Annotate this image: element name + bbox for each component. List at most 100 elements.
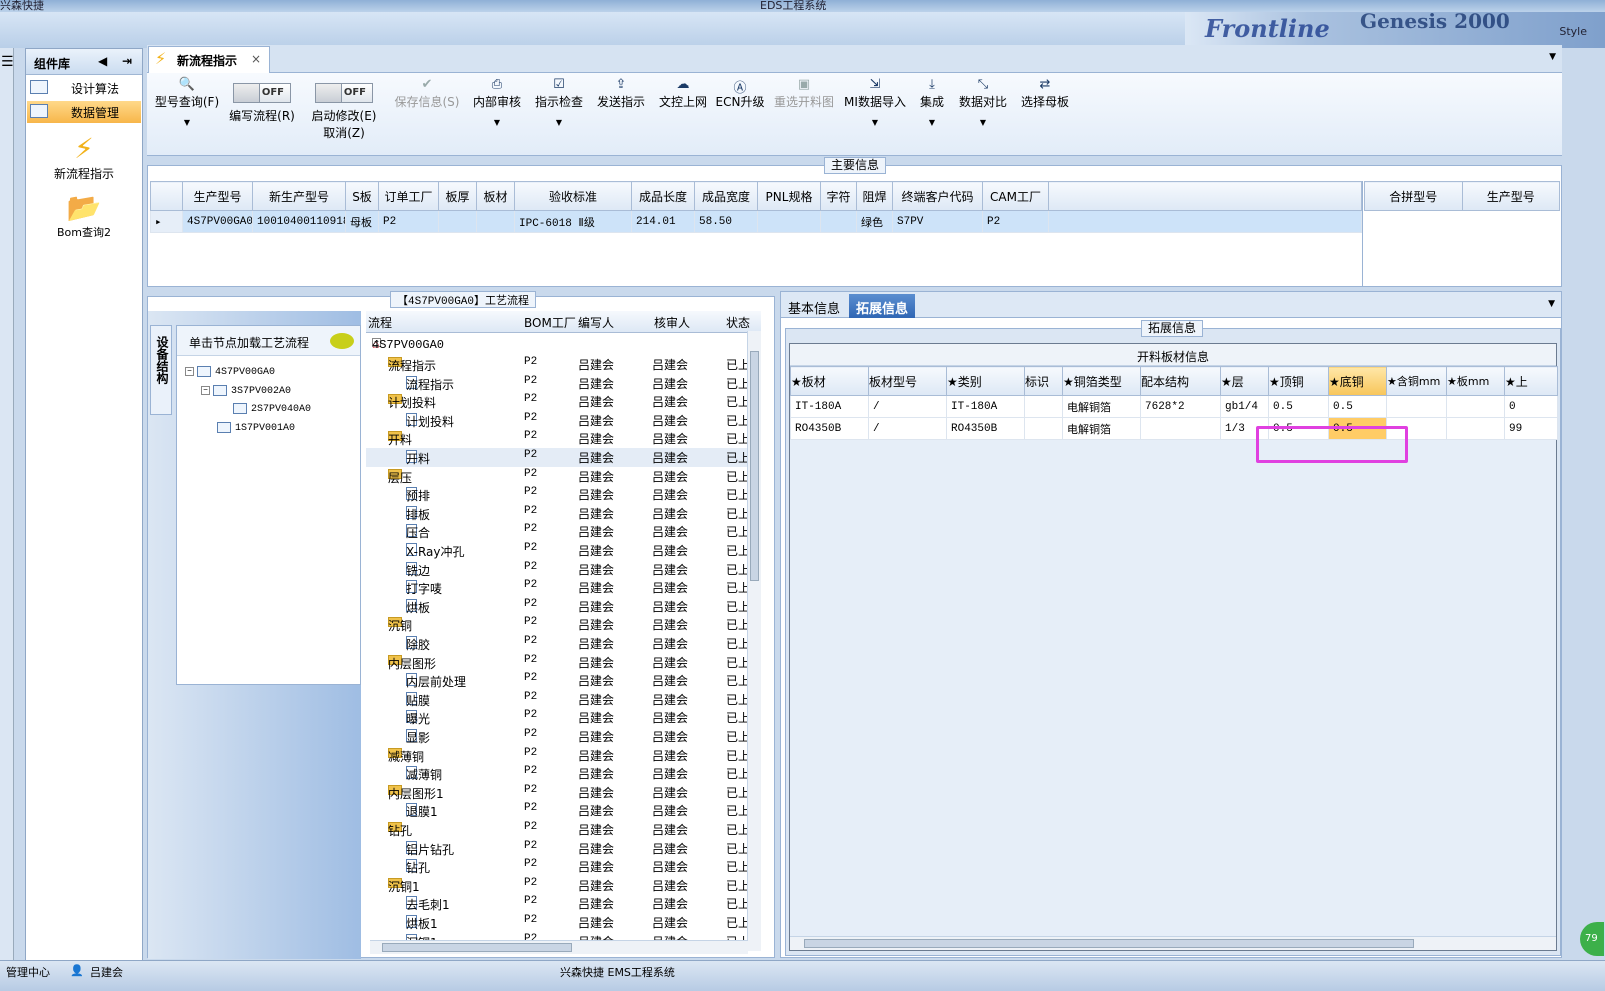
- tab-dropdown-icon[interactable]: ▼: [1549, 52, 1556, 62]
- flow-row[interactable]: −减薄铜P2吕建会吕建会已上网: [366, 746, 761, 765]
- ecn-button[interactable]: Ⓐ ECN升级: [715, 77, 765, 110]
- column-header[interactable]: ★板mm: [1446, 366, 1505, 396]
- column-header[interactable]: 成品长度: [631, 181, 695, 211]
- close-icon[interactable]: ×: [251, 52, 261, 66]
- column-header[interactable]: 成品宽度: [694, 181, 758, 211]
- type-query-button[interactable]: 🔍 型号查询(F) ▼: [151, 77, 223, 127]
- flow-row[interactable]: X-Ray冲孔 P2 吕建会 吕建会 已上网: [366, 541, 761, 560]
- tree-node[interactable]: −3S7PV002A0: [201, 385, 291, 397]
- send-button[interactable]: ⇪ 发送指示: [593, 77, 649, 110]
- flow-row[interactable]: 流程指示 P2 吕建会 吕建会 已上网: [366, 374, 761, 393]
- flow-row[interactable]: 钻孔 P2 吕建会 吕建会 已上网: [366, 857, 761, 876]
- column-header[interactable]: 核审人: [654, 314, 690, 331]
- horizontal-scrollbar[interactable]: [370, 940, 748, 954]
- complib-item-design[interactable]: 设计算法: [27, 77, 141, 99]
- column-header[interactable]: ★类别: [946, 366, 1025, 396]
- flow-row[interactable]: 排板 P2 吕建会 吕建会 已上网: [366, 504, 761, 523]
- cell[interactable]: /: [868, 417, 947, 440]
- cell[interactable]: [820, 210, 857, 233]
- column-header[interactable]: 编写人: [578, 314, 614, 331]
- flow-row[interactable]: 显影 P2 吕建会 吕建会 已上网: [366, 727, 761, 746]
- pin-icon[interactable]: ⇥: [122, 54, 132, 68]
- column-header[interactable]: CAM工厂: [982, 181, 1049, 211]
- flow-row[interactable]: −沉铜P2吕建会吕建会已上网: [366, 615, 761, 634]
- flow-row[interactable]: 开料 P2 吕建会 吕建会 已上网: [366, 448, 761, 467]
- cell[interactable]: 母板: [345, 210, 379, 233]
- tab-extended-info[interactable]: 拓展信息: [849, 294, 916, 318]
- flow-row[interactable]: −层压P2吕建会吕建会已上网: [366, 467, 761, 486]
- flow-row[interactable]: 减薄铜 P2 吕建会 吕建会 已上网: [366, 764, 761, 783]
- column-header[interactable]: ★含铜mm: [1386, 366, 1447, 396]
- menu-icon[interactable]: ☰: [1, 54, 14, 70]
- column-header[interactable]: 合拼型号: [1364, 181, 1463, 211]
- flow-row[interactable]: −流程指示P2吕建会吕建会已上网: [366, 355, 761, 374]
- cell[interactable]: [1386, 395, 1447, 418]
- flow-row[interactable]: 去毛刺1 P2 吕建会 吕建会 已上网: [366, 894, 761, 913]
- column-header[interactable]: 配本结构: [1140, 366, 1221, 396]
- cell[interactable]: [1446, 417, 1505, 440]
- tree-node[interactable]: −4S7PV00GA0: [185, 366, 275, 378]
- cell[interactable]: P2: [982, 210, 1049, 233]
- column-header[interactable]: 生产型号: [182, 181, 253, 211]
- reselect-button[interactable]: ▣ 重选开料图: [771, 77, 837, 110]
- column-header[interactable]: PNL规格: [757, 181, 821, 211]
- cell[interactable]: 214.01: [631, 210, 695, 233]
- column-header[interactable]: 阻焊: [856, 181, 893, 211]
- cell[interactable]: 4S7PV00GA0: [182, 210, 253, 233]
- cell[interactable]: RO4350B: [946, 417, 1025, 440]
- flow-row[interactable]: −沉铜1P2吕建会吕建会已上网: [366, 876, 761, 895]
- flow-row[interactable]: 铝片钻孔 P2 吕建会 吕建会 已上网: [366, 839, 761, 858]
- column-header[interactable]: 板厚: [438, 181, 477, 211]
- flow-root[interactable]: − ⌂ 4S7PV00GA0: [366, 336, 761, 355]
- column-header[interactable]: ★顶铜: [1268, 366, 1329, 396]
- column-header[interactable]: 新生产型号: [252, 181, 346, 211]
- collapse-icon[interactable]: ◀: [98, 54, 107, 68]
- cell[interactable]: IT-180A: [946, 395, 1025, 418]
- cell[interactable]: [1024, 395, 1063, 418]
- cell[interactable]: [757, 210, 821, 233]
- horizontal-scrollbar[interactable]: [790, 936, 1556, 950]
- column-header[interactable]: ★板材: [790, 366, 869, 396]
- float-badge[interactable]: 79: [1580, 922, 1604, 956]
- flow-row[interactable]: 内层前处理 P2 吕建会 吕建会 已上网: [366, 671, 761, 690]
- tree-node[interactable]: 1S7PV001A0: [217, 422, 295, 434]
- flow-row[interactable]: −计划投料P2吕建会吕建会已上网: [366, 392, 761, 411]
- cell[interactable]: gb1/4: [1220, 395, 1269, 418]
- flow-row[interactable]: −内层图形P2吕建会吕建会已上网: [366, 653, 761, 672]
- cell[interactable]: 0: [1504, 395, 1558, 418]
- column-header[interactable]: 订单工厂: [378, 181, 439, 211]
- flow-row[interactable]: 烘板 P2 吕建会 吕建会 已上网: [366, 597, 761, 616]
- cell[interactable]: 电解铜箔: [1062, 417, 1141, 440]
- flow-row[interactable]: 贴膜 P2 吕建会 吕建会 已上网: [366, 690, 761, 709]
- column-header[interactable]: 状态: [726, 314, 750, 331]
- cell[interactable]: 10010400110918: [252, 210, 346, 233]
- cell[interactable]: IT-180A: [790, 395, 869, 418]
- flow-row[interactable]: 预排 P2 吕建会 吕建会 已上网: [366, 485, 761, 504]
- cell[interactable]: 7628*2: [1140, 395, 1221, 418]
- vertical-scrollbar[interactable]: [747, 331, 761, 951]
- column-header[interactable]: ★铜箔类型: [1062, 366, 1141, 396]
- table-row[interactable]: ▸ 4S7PV00GA0 10010400110918 母板 P2 IPC-60…: [150, 210, 1362, 233]
- integrate-button[interactable]: ⤓ 集成 ▼: [914, 77, 950, 127]
- cell[interactable]: 电解铜箔: [1062, 395, 1141, 418]
- mi-import-button[interactable]: ⇲ MI数据导入 ▼: [843, 77, 907, 127]
- cell[interactable]: [438, 210, 477, 233]
- edit-flow-toggle[interactable]: OFF 编写流程(R): [227, 77, 297, 124]
- flow-row[interactable]: 压合 P2 吕建会 吕建会 已上网: [366, 522, 761, 541]
- bom-query-shortcut[interactable]: 📂 Bom查询2: [26, 192, 142, 240]
- cell[interactable]: 0.5: [1328, 395, 1387, 418]
- new-flow-shortcut[interactable]: ⚡ 新流程指示: [26, 133, 142, 182]
- cell[interactable]: [1446, 395, 1505, 418]
- flow-row[interactable]: −钻孔P2吕建会吕建会已上网: [366, 820, 761, 839]
- tab-basic-info[interactable]: 基本信息: [781, 294, 847, 318]
- table-row[interactable]: IT-180A / IT-180A 电解铜箔 7628*2 gb1/4 0.5 0.5 0: [790, 395, 1558, 418]
- cell[interactable]: 58.50: [694, 210, 758, 233]
- column-header[interactable]: BOM工厂: [524, 314, 576, 331]
- cell[interactable]: S7PV: [892, 210, 983, 233]
- flow-row[interactable]: 计划投料 P2 吕建会 吕建会 已上网: [366, 411, 761, 430]
- tree-node[interactable]: 2S7PV040A0: [233, 403, 311, 415]
- column-header[interactable]: ★底铜: [1328, 366, 1387, 396]
- cell[interactable]: 99: [1504, 417, 1558, 440]
- tab-new-flow[interactable]: ⚡ 新流程指示 ×: [148, 46, 270, 73]
- column-header[interactable]: 验收标准: [514, 181, 632, 211]
